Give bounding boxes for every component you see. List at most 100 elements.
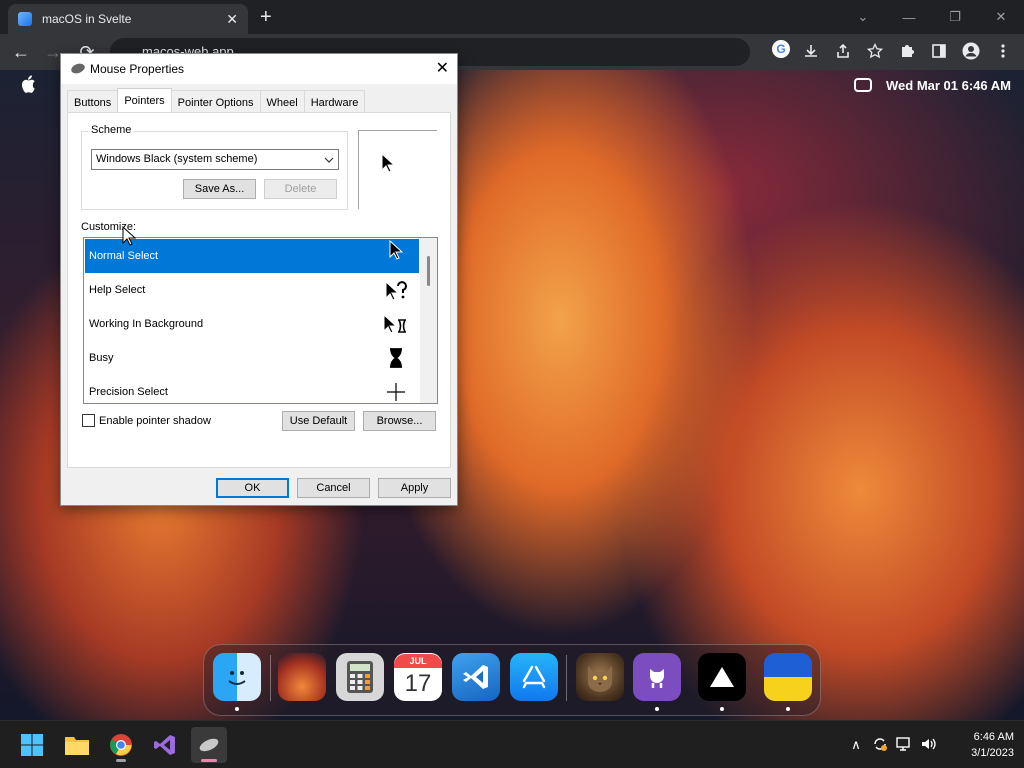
side-panel-icon[interactable] [928, 40, 950, 62]
share-icon[interactable] [832, 40, 854, 62]
enable-pointer-shadow[interactable]: Enable pointer shadow [82, 414, 211, 427]
dialog-title: Mouse Properties [90, 62, 185, 76]
close-icon[interactable]: ✕ [436, 58, 449, 78]
network-icon[interactable] [892, 736, 916, 755]
browser-tab[interactable]: macOS in Svelte ✕ [8, 4, 248, 34]
ukraine-running-indicator [786, 707, 790, 711]
mouse-pointer-icon [122, 226, 136, 246]
vscode-icon[interactable] [452, 653, 500, 701]
arrow-cursor-icon [381, 153, 395, 173]
restore-button[interactable]: ❐ [932, 0, 978, 34]
vercel-running-indicator [720, 707, 724, 711]
mouse-properties-dialog: Mouse Properties ✕ Buttons Pointers Poin… [60, 53, 458, 506]
window-controls: ⌄ — ❐ ✕ [840, 0, 1024, 34]
close-tab-icon[interactable]: ✕ [226, 11, 238, 28]
profile-icon[interactable] [960, 40, 982, 62]
cursor-row-working-in-background[interactable]: Working In Background [85, 307, 419, 341]
finder-running-indicator [235, 707, 239, 711]
active-app-indicator [201, 759, 217, 762]
app-store-icon[interactable] [510, 653, 558, 701]
cursor-row-label: Working In Background [89, 318, 204, 330]
macos-dock: JUL 17 [203, 644, 821, 716]
show-hidden-icons-icon[interactable]: ∧ [844, 737, 868, 753]
cursor-row-help-select[interactable]: Help Select [85, 273, 419, 307]
install-app-icon[interactable] [800, 40, 822, 62]
calculator-icon[interactable] [336, 653, 384, 701]
control-center-icon[interactable] [854, 78, 872, 92]
vercel-icon[interactable] [698, 653, 746, 701]
github-icon[interactable] [633, 653, 681, 701]
taskbar-clock[interactable]: 6:46 AM 3/1/2023 [950, 729, 1014, 761]
mouse-icon [69, 61, 87, 76]
scheme-group: Scheme Windows Black (system scheme) Sav… [81, 124, 348, 210]
mouse-properties-taskbar-button[interactable] [191, 727, 227, 763]
cursor-row-precision-select[interactable]: Precision Select [85, 375, 419, 403]
ukraine-flag-icon[interactable] [764, 653, 812, 701]
browse-button[interactable]: Browse... [363, 411, 436, 431]
tab-pointer-options[interactable]: Pointer Options [170, 90, 261, 112]
cursor-list-scrollbar[interactable] [420, 238, 437, 403]
tab-buttons[interactable]: Buttons [67, 90, 119, 112]
tab-wheel[interactable]: Wheel [259, 90, 305, 112]
chrome-icon [110, 734, 132, 756]
browser-tab-title: macOS in Svelte [42, 12, 132, 26]
back-button[interactable]: ← [10, 41, 32, 63]
tab-hardware[interactable]: Hardware [303, 90, 366, 112]
system-tray: ∧ 6:46 AM 3/1/2023 [844, 721, 1014, 768]
calendar-day: 17 [404, 670, 432, 697]
calendar-icon[interactable]: JUL 17 [394, 653, 442, 701]
scheme-selected-value: Windows Black (system scheme) [96, 153, 258, 165]
tab-pointers[interactable]: Pointers [117, 88, 172, 112]
cursor-row-label: Help Select [89, 284, 146, 296]
scheme-dropdown[interactable]: Windows Black (system scheme) [91, 149, 339, 170]
cursor-row-label: Normal Select [89, 250, 159, 262]
new-tab-button[interactable]: + [260, 6, 272, 29]
scrollbar-thumb[interactable] [427, 256, 430, 286]
ok-button[interactable]: OK [216, 478, 289, 498]
purrfect-cat-icon[interactable] [576, 653, 624, 701]
more-menu-icon[interactable] [992, 40, 1014, 62]
delete-button[interactable]: Delete [264, 179, 337, 199]
chrome-running-indicator [116, 759, 126, 762]
pointer-shadow-checkbox[interactable] [82, 414, 95, 427]
browser-tab-strip: macOS in Svelte ✕ + ⌄ — ❐ ✕ [0, 0, 1024, 34]
wallpapers-icon[interactable] [278, 653, 326, 701]
cursor-row-busy[interactable]: Busy [85, 341, 419, 375]
cursor-preview [358, 130, 437, 209]
extensions-icon[interactable] [896, 40, 918, 62]
menubar-clock[interactable]: Wed Mar 01 6:46 AM [886, 78, 1011, 93]
cursor-row-label: Precision Select [89, 386, 168, 398]
finder-icon[interactable] [213, 653, 261, 701]
folder-icon [65, 737, 89, 755]
scheme-legend: Scheme [88, 124, 135, 136]
cancel-button[interactable]: Cancel [297, 478, 370, 498]
volume-icon[interactable] [916, 736, 940, 755]
taskbar-time: 6:46 AM [973, 731, 1014, 743]
windows-logo-icon [21, 734, 43, 756]
hourglass-icon [381, 341, 411, 375]
cursor-list[interactable]: Normal Select Help Select Working In Bac… [83, 237, 438, 404]
sync-icon[interactable] [868, 736, 892, 755]
chevron-down-icon [324, 150, 334, 178]
taskbar-date: 3/1/2023 [971, 747, 1014, 759]
dialog-titlebar[interactable]: Mouse Properties ✕ [61, 54, 457, 84]
visual-studio-button[interactable] [147, 727, 183, 763]
apple-logo-icon[interactable] [20, 75, 36, 98]
help-cursor-icon [381, 273, 411, 307]
file-explorer-button[interactable] [59, 727, 95, 763]
tab-search-icon[interactable]: ⌄ [840, 0, 886, 34]
pointers-tab-page: Scheme Windows Black (system scheme) Sav… [67, 112, 451, 468]
minimize-button[interactable]: — [886, 0, 932, 34]
google-icon[interactable]: G [772, 40, 790, 58]
calendar-month: JUL [394, 654, 442, 668]
apply-button[interactable]: Apply [378, 478, 451, 498]
crosshair-icon [381, 375, 411, 403]
dock-separator [270, 655, 271, 701]
bookmark-star-icon[interactable] [864, 40, 886, 62]
use-default-button[interactable]: Use Default [282, 411, 355, 431]
start-button[interactable] [14, 727, 50, 763]
dock-separator [566, 655, 567, 701]
close-window-button[interactable]: ✕ [978, 0, 1024, 34]
chrome-button[interactable] [103, 727, 139, 763]
save-as-button[interactable]: Save As... [183, 179, 256, 199]
